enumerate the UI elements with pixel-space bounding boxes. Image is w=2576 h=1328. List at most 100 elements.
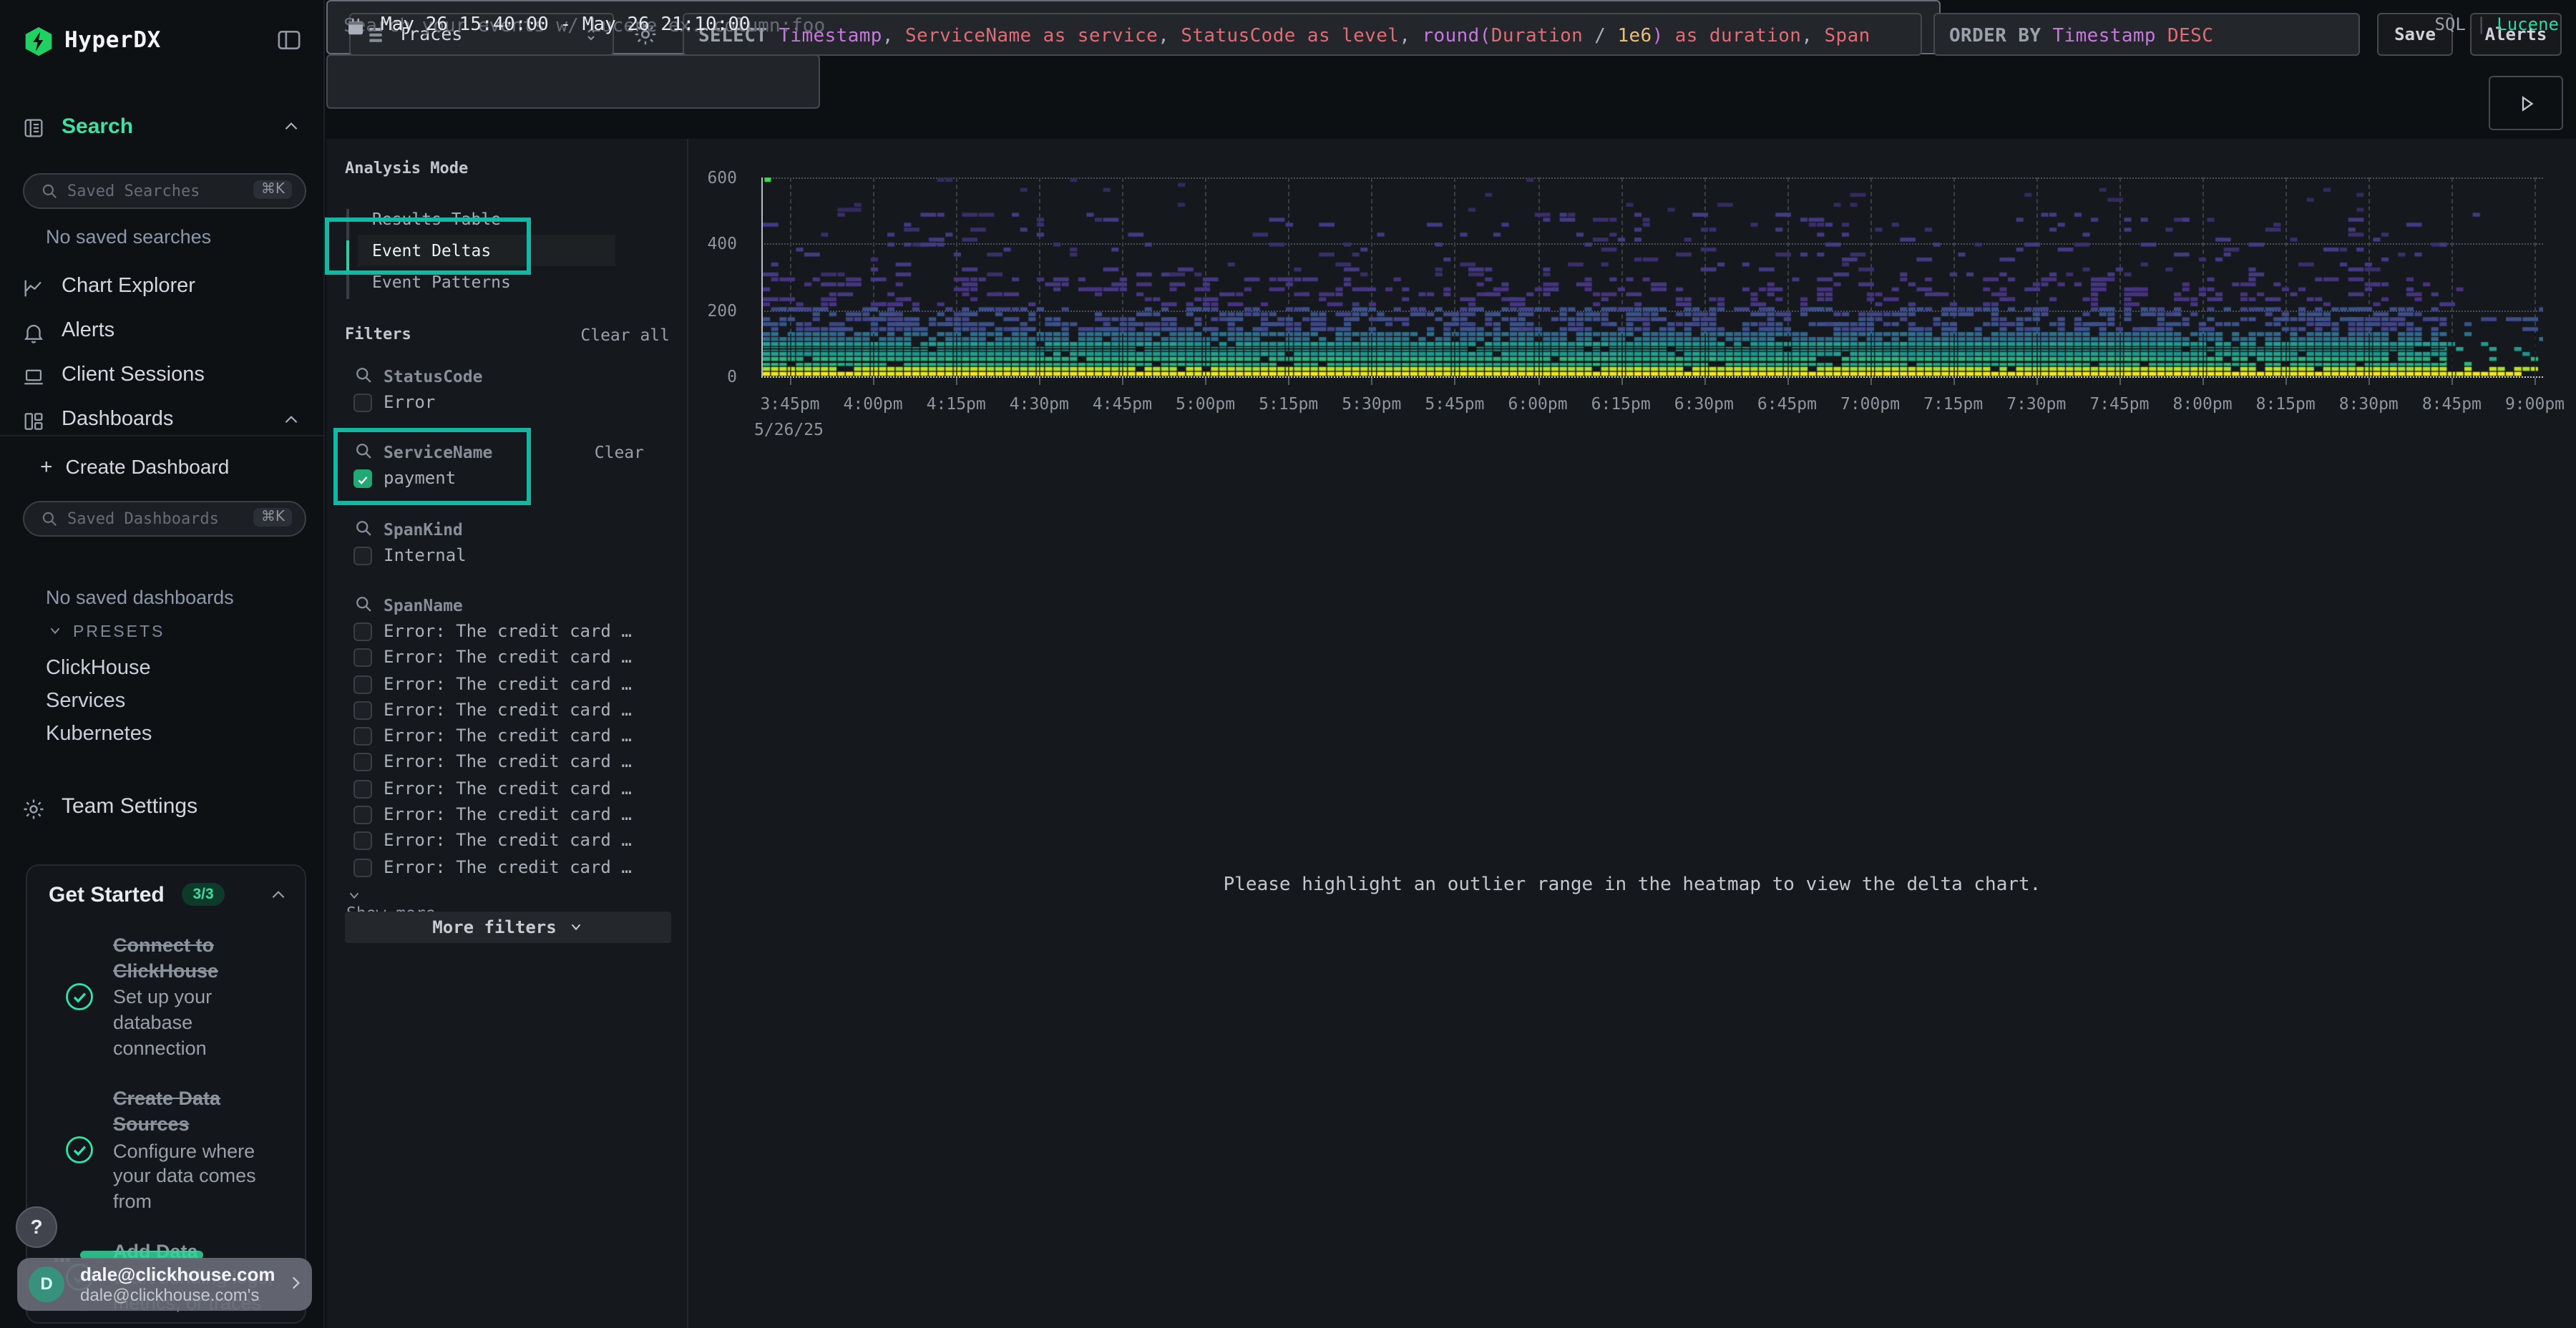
get-started-step-title: Create Data Sources xyxy=(113,1086,285,1138)
plus-icon: + xyxy=(40,455,53,479)
checkbox[interactable] xyxy=(353,675,372,693)
sidebar-item-label: Alerts xyxy=(62,319,114,342)
checkbox[interactable] xyxy=(353,648,372,667)
checkbox[interactable] xyxy=(353,858,372,877)
filter-checkbox-row[interactable]: Error: The credit card … xyxy=(353,856,683,879)
clear-filter-button[interactable]: Clear xyxy=(595,443,644,463)
sidebar-item-dashboards[interactable]: Dashboards xyxy=(0,405,325,442)
checkbox[interactable] xyxy=(353,394,372,412)
checkbox[interactable] xyxy=(353,806,372,824)
more-filters-button[interactable]: More filters xyxy=(345,912,671,943)
filter-value-label: Error: The credit card … xyxy=(384,856,655,877)
search-icon[interactable] xyxy=(353,517,374,537)
analysis-mode-option-event-patterns[interactable]: Event Patterns xyxy=(358,266,615,298)
filter-checkbox-row[interactable]: Error: The credit card … xyxy=(353,778,683,801)
filter-value-label: Error: The credit card … xyxy=(384,673,655,693)
x-gridline-over-band xyxy=(2368,333,2370,376)
x-tick-label: 5:15pm xyxy=(1246,394,1332,414)
y-tick-label: 600 xyxy=(688,167,737,187)
create-dashboard-button[interactable]: +Create Dashboard xyxy=(40,455,229,479)
filter-checkbox-row[interactable]: Error: The credit card … xyxy=(353,673,683,696)
preset-item-services[interactable]: Services xyxy=(46,690,125,713)
date-range-picker[interactable]: May 26 15:40:00 - May 26 21:10:00 xyxy=(326,54,820,109)
chevron-up-icon[interactable] xyxy=(282,117,301,136)
clear-all-filters-button[interactable]: Clear all xyxy=(580,325,670,345)
get-started-step[interactable]: Connect to ClickHouseSet up your databas… xyxy=(27,920,305,1073)
chevron-up-icon[interactable] xyxy=(282,411,301,429)
query-language-toggle: SQL | Lucene xyxy=(2435,14,2559,34)
saved-searches-input[interactable]: ⌘K xyxy=(23,173,306,209)
x-tick-mark xyxy=(1621,378,1622,385)
main-content: Analysis Mode Results TableEvent DeltasE… xyxy=(326,139,2576,1328)
saved-dashboards-input[interactable]: ⌘K xyxy=(23,501,306,537)
sidebar-item-client-sessions[interactable]: Client Sessions xyxy=(0,361,325,398)
filter-value-label: Error: The credit card … xyxy=(384,804,655,824)
filter-checkbox-row[interactable]: Error: The credit card … xyxy=(353,700,683,723)
x-gridline-over-band xyxy=(790,333,791,376)
user-profile-chip[interactable]: D dale@clickhouse.com dale@clickhouse.co… xyxy=(17,1258,312,1311)
latency-heatmap-canvas[interactable] xyxy=(761,177,2543,376)
filter-checkbox-row[interactable]: Error: The credit card … xyxy=(353,621,683,644)
sidebar-item-search[interactable]: Search xyxy=(0,112,325,149)
sidebar-divider xyxy=(0,435,325,436)
saved-searches-field[interactable] xyxy=(67,176,253,206)
no-saved-searches-note: No saved searches xyxy=(46,226,211,248)
checkbox[interactable] xyxy=(353,832,372,851)
filter-checkbox-row[interactable]: Error: The credit card … xyxy=(353,726,683,748)
presets-toggle[interactable]: PRESETS xyxy=(47,622,165,641)
x-tick-mark xyxy=(2535,378,2537,385)
sidebar-item-chart-explorer[interactable]: Chart Explorer xyxy=(0,272,325,309)
chevron-up-icon[interactable] xyxy=(269,886,288,904)
sidebar-item-alerts[interactable]: Alerts xyxy=(0,316,325,353)
gear-icon xyxy=(21,797,46,821)
x-tick-label: 6:30pm xyxy=(1661,394,1747,414)
help-button[interactable]: ? xyxy=(16,1206,57,1248)
sql-token: , xyxy=(1801,26,1824,47)
checkbox[interactable] xyxy=(353,622,372,641)
filter-checkbox-row[interactable]: Internal xyxy=(353,545,683,567)
filter-group-label-statuscode: StatusCode xyxy=(384,366,483,386)
search-page-icon xyxy=(21,116,46,140)
x-axis-line xyxy=(761,376,2543,378)
sidebar-item-team-settings[interactable]: Team Settings xyxy=(0,794,325,826)
sidebar-collapse-icon[interactable] xyxy=(275,26,303,54)
preset-item-kubernetes[interactable]: Kubernetes xyxy=(46,723,152,746)
preset-item-clickhouse[interactable]: ClickHouse xyxy=(46,657,151,680)
filter-checkbox-row[interactable]: Error: The credit card … xyxy=(353,831,683,854)
filter-value-label: Error: The credit card … xyxy=(384,778,655,798)
filter-checkbox-row[interactable]: Error xyxy=(353,392,683,415)
checkbox[interactable] xyxy=(353,779,372,798)
lucene-mode-button[interactable]: Lucene xyxy=(2497,14,2559,34)
search-icon[interactable] xyxy=(353,365,374,385)
checkbox[interactable] xyxy=(353,727,372,746)
filter-checkbox-row[interactable]: Error: The credit card … xyxy=(353,804,683,827)
x-tick-label: 7:45pm xyxy=(2077,394,2162,414)
analysis-mode-option-results-table[interactable]: Results Table xyxy=(358,203,615,235)
filter-checkbox-row[interactable]: payment xyxy=(353,469,683,492)
order-by-input[interactable]: ORDER BY Timestamp DESC xyxy=(1933,13,2360,56)
get-started-header[interactable]: Get Started 3/3 xyxy=(27,866,305,920)
run-query-button[interactable] xyxy=(2489,76,2563,130)
y-tick-label: 0 xyxy=(688,366,737,386)
saved-dashboards-field[interactable] xyxy=(67,504,253,534)
x-tick-mark xyxy=(1538,378,1539,385)
analysis-mode-option-event-deltas[interactable]: Event Deltas xyxy=(358,235,615,266)
sql-token: Timestamp xyxy=(2053,26,2157,47)
x-gridline-over-band xyxy=(1122,333,1123,376)
x-tick-label: 4:00pm xyxy=(830,394,916,414)
search-icon[interactable] xyxy=(353,441,374,462)
checkbox-checked[interactable] xyxy=(353,470,372,489)
checkbox[interactable] xyxy=(353,546,372,565)
filter-checkbox-row[interactable]: Error: The credit card … xyxy=(353,752,683,775)
checkbox[interactable] xyxy=(353,701,372,720)
get-started-step[interactable]: Create Data SourcesConfigure where your … xyxy=(27,1073,305,1226)
x-tick-mark xyxy=(2451,378,2453,385)
search-icon[interactable] xyxy=(353,594,374,614)
filter-checkbox-row[interactable]: Error: The credit card … xyxy=(353,647,683,670)
sidebar: HyperDX Search ⌘K No saved searches Char… xyxy=(0,0,325,1328)
sql-mode-button[interactable]: SQL xyxy=(2435,14,2466,34)
get-started-step-text: Connect to ClickHouseSet up your databas… xyxy=(113,933,285,1060)
x-tick-label: 4:15pm xyxy=(913,394,999,414)
check-circle-icon xyxy=(64,982,94,1012)
checkbox[interactable] xyxy=(353,753,372,772)
